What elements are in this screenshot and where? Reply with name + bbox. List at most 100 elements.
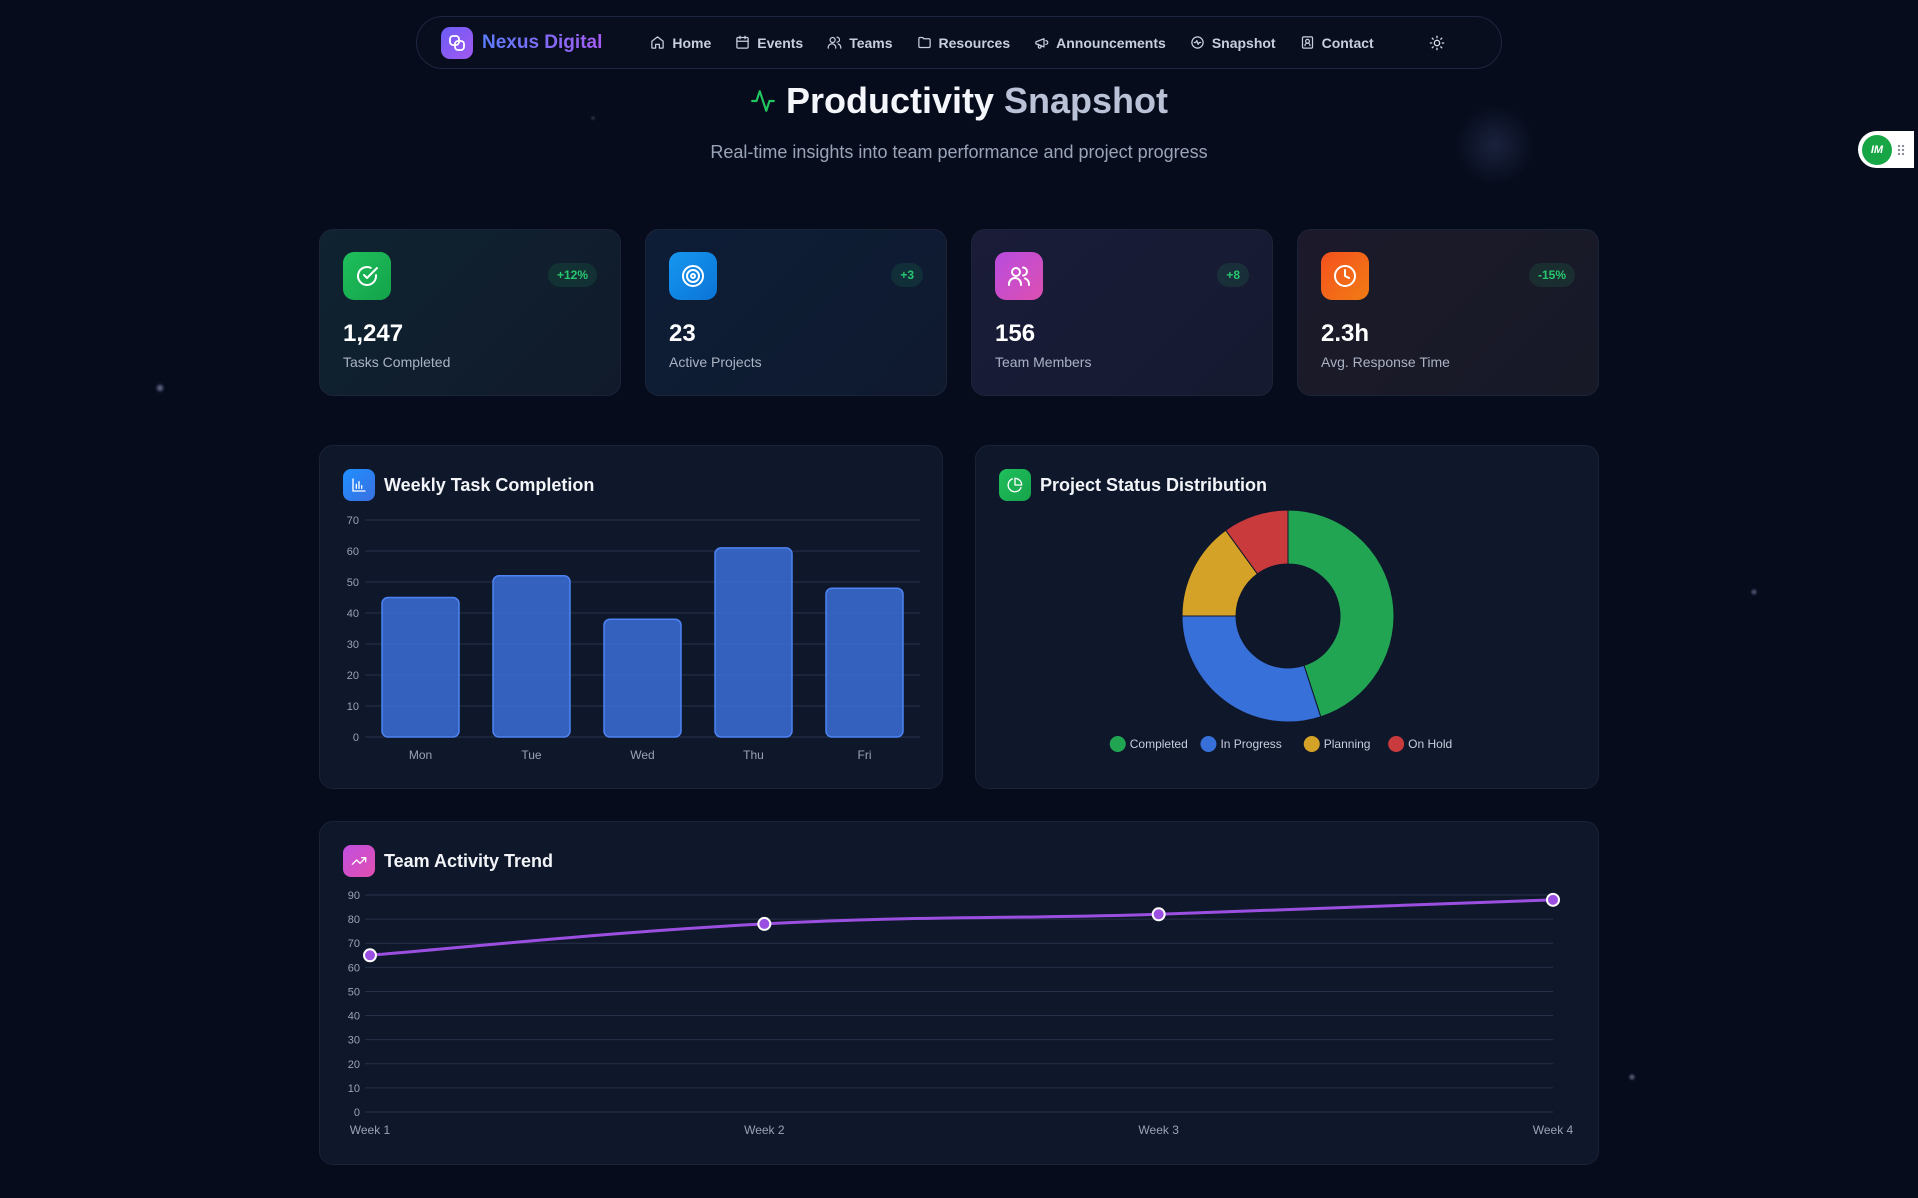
y-tick-label: 0 bbox=[353, 732, 359, 744]
data-point-week-1 bbox=[363, 948, 377, 963]
stat-change-badge: +3 bbox=[891, 263, 923, 287]
y-tick-label: 50 bbox=[348, 986, 360, 998]
target-icon bbox=[669, 252, 717, 300]
nav-item-label: Home bbox=[672, 34, 712, 51]
nav-item-events[interactable]: Events bbox=[723, 26, 815, 60]
stat-label: Team Members bbox=[995, 354, 1092, 370]
check-circle-icon bbox=[343, 252, 391, 300]
x-tick-label: Tue bbox=[521, 748, 542, 762]
bar-mon bbox=[381, 596, 460, 738]
top-navigation: Nexus Digital Home Events Teams Resources An… bbox=[416, 16, 1502, 69]
nav-item-resources[interactable]: Resources bbox=[905, 26, 1023, 60]
stat-label: Tasks Completed bbox=[343, 354, 451, 370]
nav-item-label: Announcements bbox=[1056, 34, 1166, 51]
stat-change-badge: -15% bbox=[1528, 263, 1575, 287]
theme-toggle-button[interactable] bbox=[1422, 28, 1452, 58]
users-icon bbox=[995, 252, 1043, 300]
calendar-icon bbox=[735, 35, 757, 50]
brand-name: Nexus Digital bbox=[482, 31, 603, 53]
megaphone-icon bbox=[1034, 35, 1056, 50]
x-tick-label: Thu bbox=[743, 748, 764, 762]
bar-fri bbox=[825, 587, 904, 738]
legend-label: On Hold bbox=[1408, 737, 1452, 751]
activity-series-line bbox=[369, 898, 1554, 957]
donut-slice-in-progress bbox=[1181, 615, 1322, 723]
home-icon bbox=[650, 35, 672, 50]
status-donut-chart: Completed In Progress Planning On Hold bbox=[1109, 509, 1452, 752]
nav-links: Home Events Teams Resources Announcements Sna… bbox=[638, 26, 1385, 60]
nav-item-label: Snapshot bbox=[1211, 34, 1276, 51]
x-tick-label: Week 3 bbox=[1138, 1123, 1179, 1137]
nav-item-label: Events bbox=[757, 34, 804, 51]
legend-label: Planning bbox=[1324, 737, 1371, 751]
y-tick-label: 90 bbox=[348, 890, 360, 902]
stat-card: -15% 2.3h Avg. Response Time bbox=[1297, 229, 1599, 396]
stat-value: 156 bbox=[995, 320, 1036, 347]
nav-item-teams[interactable]: Teams bbox=[815, 26, 904, 60]
stat-label: Avg. Response Time bbox=[1321, 354, 1450, 370]
x-tick-label: Week 1 bbox=[350, 1123, 391, 1137]
x-tick-label: Week 2 bbox=[744, 1123, 785, 1137]
nav-item-home[interactable]: Home bbox=[638, 26, 723, 60]
legend-swatch bbox=[1388, 736, 1405, 752]
y-tick-label: 0 bbox=[354, 1107, 360, 1119]
activity-icon bbox=[1190, 35, 1212, 50]
data-point-week-3 bbox=[1151, 907, 1166, 922]
contact-icon bbox=[1300, 35, 1322, 50]
legend-label: In Progress bbox=[1220, 737, 1281, 751]
stat-change-badge: +8 bbox=[1217, 263, 1249, 287]
nav-item-snapshot[interactable]: Snapshot bbox=[1178, 26, 1288, 60]
data-point-week-2 bbox=[757, 916, 772, 931]
brand-logo-icon bbox=[441, 26, 473, 59]
weekly-task-panel: Weekly Task Completion 0 10 20 30 40 50 60 70 Mo… bbox=[319, 445, 943, 789]
bar-wed bbox=[603, 618, 682, 738]
y-tick-label: 10 bbox=[347, 701, 359, 713]
y-tick-label: 40 bbox=[347, 608, 359, 620]
users-icon bbox=[827, 35, 849, 50]
y-tick-label: 70 bbox=[348, 938, 360, 950]
stats-row: +12% 1,247 Tasks Completed +3 23 Active Proje… bbox=[319, 229, 1599, 396]
y-tick-label: 80 bbox=[348, 914, 360, 926]
y-tick-label: 60 bbox=[347, 546, 359, 558]
y-tick-label: 40 bbox=[348, 1011, 360, 1023]
legend-swatch bbox=[1200, 736, 1217, 752]
stat-change-badge: +12% bbox=[547, 263, 597, 287]
legend-label: Completed bbox=[1130, 737, 1188, 751]
brand-link[interactable]: Nexus Digital bbox=[441, 26, 603, 59]
project-status-panel: Project Status Distribution Completed In … bbox=[975, 445, 1599, 789]
x-tick-label: Mon bbox=[409, 748, 432, 762]
folder-icon bbox=[917, 35, 939, 50]
nav-item-contact[interactable]: Contact bbox=[1288, 26, 1386, 60]
team-activity-panel: Team Activity Trend 0 10 20 30 40 50 60 70 80 90 W… bbox=[319, 821, 1599, 1165]
page-header: Productivity Snapshot bbox=[0, 80, 1918, 122]
legend-swatch bbox=[1303, 736, 1320, 752]
stat-value: 23 bbox=[669, 320, 696, 347]
stat-card: +12% 1,247 Tasks Completed bbox=[319, 229, 621, 396]
nav-item-announcements[interactable]: Announcements bbox=[1022, 26, 1178, 60]
legend-swatch bbox=[1109, 736, 1126, 752]
y-tick-label: 20 bbox=[348, 1059, 360, 1071]
nav-item-label: Contact bbox=[1321, 34, 1374, 51]
activity-icon bbox=[751, 90, 775, 112]
page-title: Productivity Snapshot bbox=[785, 80, 1169, 121]
nav-item-label: Resources bbox=[938, 34, 1011, 51]
stat-value: 2.3h bbox=[1321, 320, 1370, 347]
bar-thu bbox=[714, 547, 793, 738]
y-tick-label: 50 bbox=[347, 577, 359, 589]
stat-card: +3 23 Active Projects bbox=[645, 229, 947, 396]
x-tick-label: Week 4 bbox=[1533, 1123, 1574, 1137]
nav-item-label: Teams bbox=[849, 34, 893, 51]
x-tick-label: Fri bbox=[858, 748, 872, 762]
x-tick-label: Wed bbox=[630, 748, 654, 762]
y-tick-label: 30 bbox=[347, 639, 359, 651]
stat-label: Active Projects bbox=[669, 354, 762, 370]
y-tick-label: 60 bbox=[348, 962, 360, 974]
y-tick-label: 30 bbox=[348, 1035, 360, 1047]
bar-tue bbox=[492, 575, 571, 738]
y-tick-label: 10 bbox=[348, 1083, 360, 1095]
y-tick-label: 70 bbox=[347, 515, 359, 527]
clock-icon bbox=[1321, 252, 1369, 300]
y-tick-label: 20 bbox=[347, 670, 359, 682]
page-subtitle: Real-time insights into team performance… bbox=[710, 142, 1208, 162]
stat-value: 1,247 bbox=[343, 320, 404, 347]
